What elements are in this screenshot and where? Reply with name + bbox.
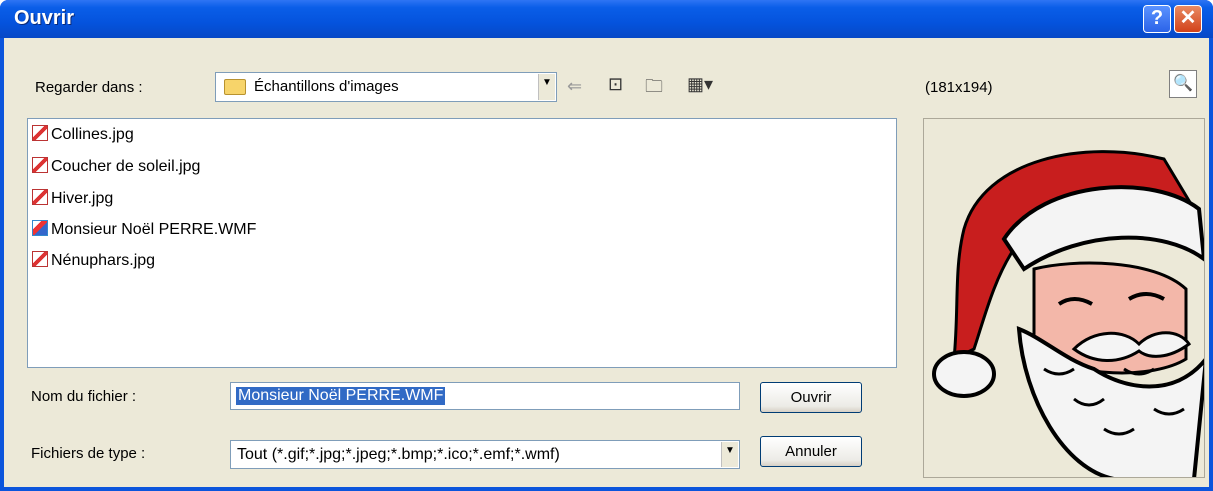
filetype-value: Tout (*.gif;*.jpg;*.jpeg;*.bmp;*.ico;*.e… bbox=[237, 446, 560, 463]
jpg-image-icon bbox=[32, 251, 48, 267]
filename-value: Monsieur Noël PERRE.WMF bbox=[236, 387, 446, 405]
look-in-label: Regarder dans : bbox=[35, 79, 143, 96]
help-button[interactable]: ? bbox=[1143, 5, 1171, 33]
jpg-image-icon bbox=[32, 189, 48, 205]
list-item[interactable]: Nénuphars.jpg bbox=[32, 251, 155, 273]
look-in-value: Échantillons d'images bbox=[254, 78, 399, 95]
open-button[interactable]: Ouvrir bbox=[760, 382, 862, 413]
close-button[interactable]: ✕ bbox=[1174, 5, 1202, 33]
wmf-image-icon bbox=[32, 220, 48, 236]
list-item[interactable]: Hiver.jpg bbox=[32, 189, 113, 211]
title-bar[interactable]: Ouvrir ? ✕ bbox=[0, 0, 1213, 38]
open-dialog: Ouvrir ? ✕ Regarder dans : Échantillons … bbox=[0, 0, 1213, 491]
filetype-label: Fichiers de type : bbox=[31, 445, 146, 462]
jpg-image-icon bbox=[32, 125, 48, 141]
dialog-body: Regarder dans : Échantillons d'images ▼ … bbox=[4, 38, 1209, 487]
preview-dimensions: (181x194) bbox=[925, 79, 993, 96]
list-item[interactable]: Coucher de soleil.jpg bbox=[32, 157, 200, 179]
preview-icon[interactable]: 🔍 bbox=[1169, 70, 1197, 98]
jpg-image-icon bbox=[32, 157, 48, 173]
image-preview bbox=[923, 118, 1205, 478]
chevron-down-icon[interactable]: ▼ bbox=[538, 74, 555, 100]
cancel-button[interactable]: Annuler bbox=[760, 436, 862, 467]
filename-label: Nom du fichier : bbox=[31, 388, 137, 405]
up-folder-icon[interactable]: ⊡ bbox=[608, 74, 623, 95]
file-list[interactable]: Collines.jpg Coucher de soleil.jpg Hiver… bbox=[27, 118, 897, 368]
folder-icon bbox=[224, 79, 246, 95]
new-folder-icon[interactable]: 🗀 bbox=[645, 74, 663, 104]
list-item[interactable]: Collines.jpg bbox=[32, 125, 134, 147]
chevron-down-icon[interactable]: ▼ bbox=[721, 442, 738, 467]
filetype-combo[interactable]: Tout (*.gif;*.jpg;*.jpeg;*.bmp;*.ico;*.e… bbox=[230, 440, 740, 469]
window-title: Ouvrir bbox=[14, 7, 75, 29]
santa-claus-image bbox=[932, 150, 1204, 477]
view-menu-icon[interactable]: ▦▾ bbox=[687, 74, 713, 95]
back-arrow-icon[interactable]: ⇐ bbox=[567, 76, 582, 97]
filename-field[interactable]: Monsieur Noël PERRE.WMF bbox=[230, 382, 740, 410]
list-item[interactable]: Monsieur Noël PERRE.WMF bbox=[32, 220, 256, 242]
look-in-combo[interactable]: Échantillons d'images ▼ bbox=[215, 72, 557, 102]
